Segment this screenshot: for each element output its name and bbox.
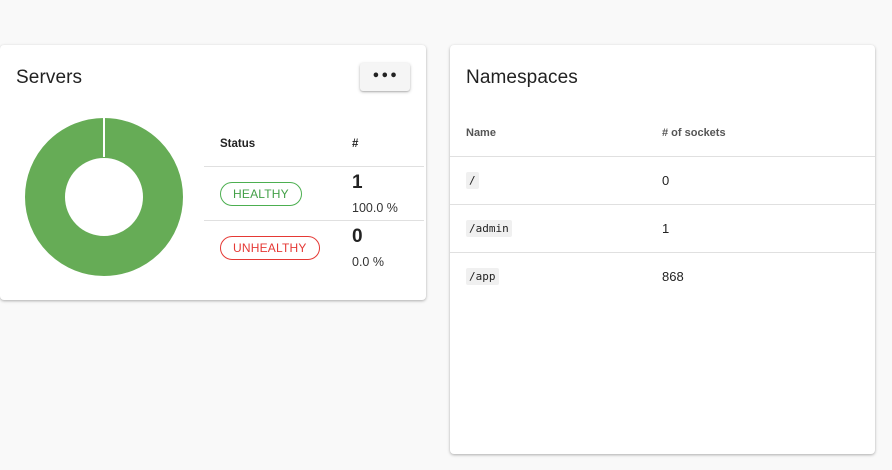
namespaces-table: Name # of sockets / 0 /admin 1 /app 868 xyxy=(450,113,875,301)
server-status-table: Status # HEALTHY 1 100.0 % UNHEALTHY 0 0… xyxy=(204,129,424,275)
namespaces-title: Namespaces xyxy=(466,67,578,88)
name-column-header: Name xyxy=(466,127,496,139)
namespace-name: /admin xyxy=(466,220,512,237)
server-health-donut-chart xyxy=(25,117,183,276)
healthy-percent: 100.0 % xyxy=(352,201,398,215)
count-column-header: # xyxy=(352,138,359,150)
table-row[interactable]: / 0 xyxy=(450,157,875,205)
healthy-count: 1 xyxy=(352,172,363,193)
status-row-unhealthy: UNHEALTHY 0 0.0 % xyxy=(204,221,424,275)
namespace-socket-count: 1 xyxy=(662,221,670,236)
namespace-name: /app xyxy=(466,268,499,285)
namespaces-card: Namespaces Name # of sockets / 0 /admin … xyxy=(450,45,875,454)
status-column-header: Status xyxy=(220,138,256,150)
servers-card: Servers ••• Status # HEALTHY 1 100.0 % U… xyxy=(0,45,426,300)
unhealthy-count: 0 xyxy=(352,226,363,247)
servers-title: Servers xyxy=(16,67,83,88)
table-row[interactable]: /app 868 xyxy=(450,253,875,301)
healthy-status-chip: HEALTHY xyxy=(220,182,302,206)
more-options-button[interactable]: ••• xyxy=(360,63,410,91)
namespace-socket-count: 0 xyxy=(662,173,670,188)
table-row[interactable]: /admin 1 xyxy=(450,205,875,253)
status-row-healthy: HEALTHY 1 100.0 % xyxy=(204,167,424,221)
namespace-name: / xyxy=(466,172,479,189)
status-table-header: Status # xyxy=(204,129,424,167)
unhealthy-status-chip: UNHEALTHY xyxy=(220,236,320,260)
namespaces-table-header: Name # of sockets xyxy=(450,113,875,157)
namespace-socket-count: 868 xyxy=(662,269,684,284)
unhealthy-percent: 0.0 % xyxy=(352,255,384,269)
sockets-column-header: # of sockets xyxy=(662,127,726,139)
